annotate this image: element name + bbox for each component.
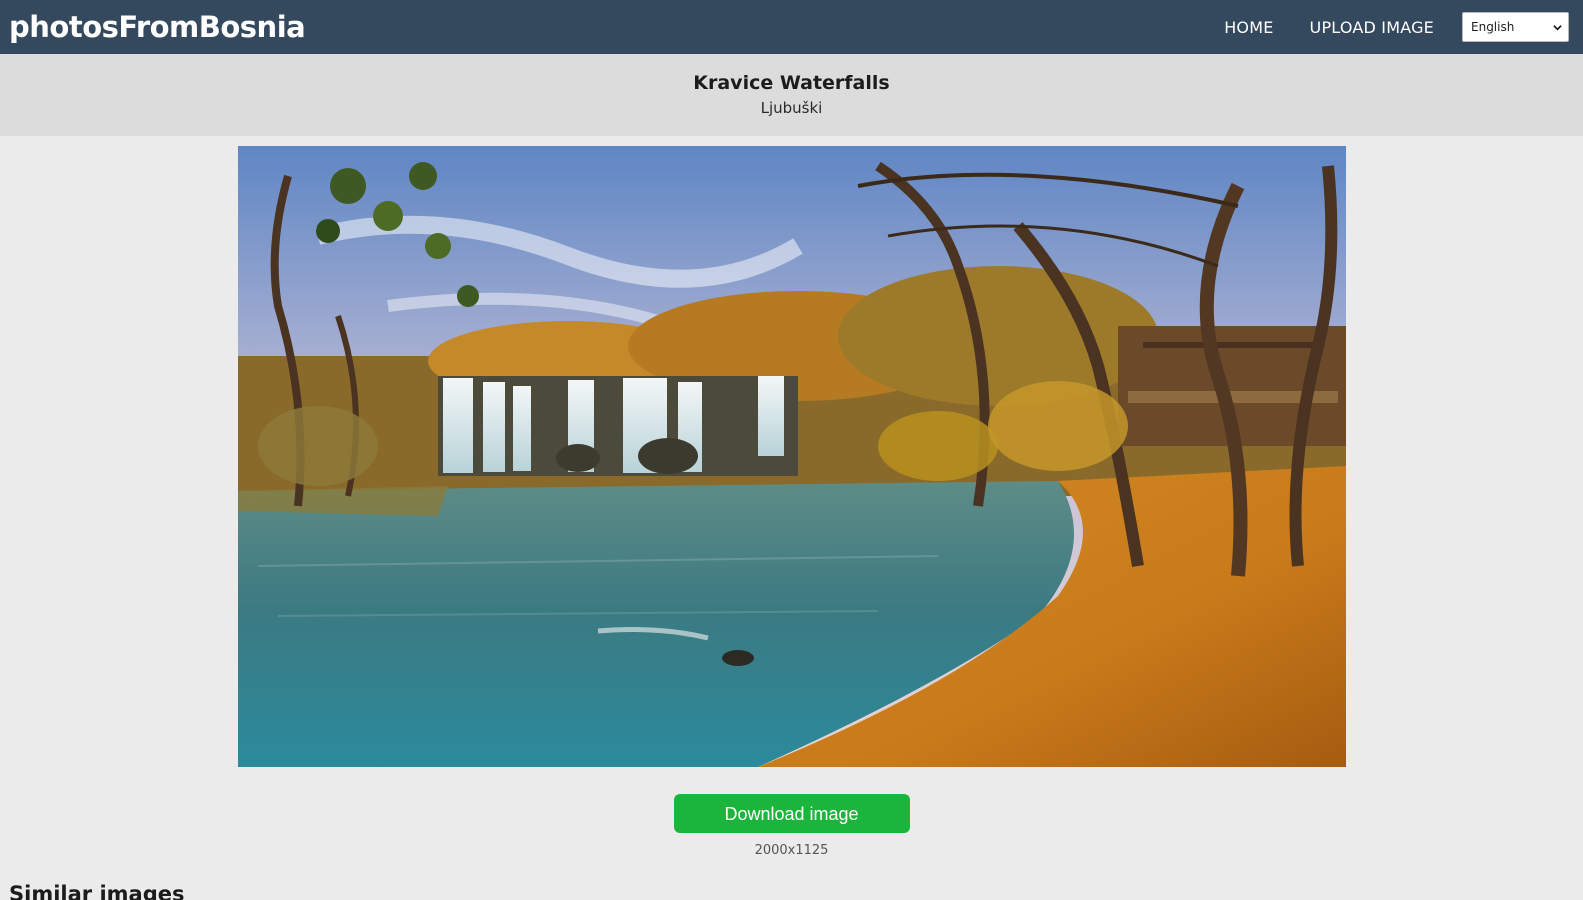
similar-images-heading: Similar images (9, 882, 185, 900)
download-area: Download image (0, 794, 1583, 833)
photo-illustration (237, 146, 1346, 767)
download-image-button[interactable]: Download image (673, 794, 910, 833)
brand-logo-link[interactable]: photosFromBosnia (9, 0, 306, 54)
photo-title: Kravice Waterfalls (693, 72, 890, 94)
photo-title-band: Kravice Waterfalls Ljubuški (0, 54, 1583, 136)
language-select[interactable]: English (1462, 12, 1569, 42)
top-navbar: photosFromBosnia HOME UPLOAD IMAGE Engli… (0, 0, 1583, 54)
main-photo (237, 146, 1346, 767)
nav-menu: HOME UPLOAD IMAGE English (1188, 12, 1569, 42)
nav-upload-image-link[interactable]: UPLOAD IMAGE (1310, 18, 1434, 37)
language-select-value: English (1471, 20, 1515, 34)
chevron-down-icon (1553, 24, 1562, 30)
nav-home-link[interactable]: HOME (1224, 18, 1273, 37)
image-dimensions: 2000x1125 (754, 843, 829, 858)
photo-location: Ljubuški (760, 99, 823, 117)
